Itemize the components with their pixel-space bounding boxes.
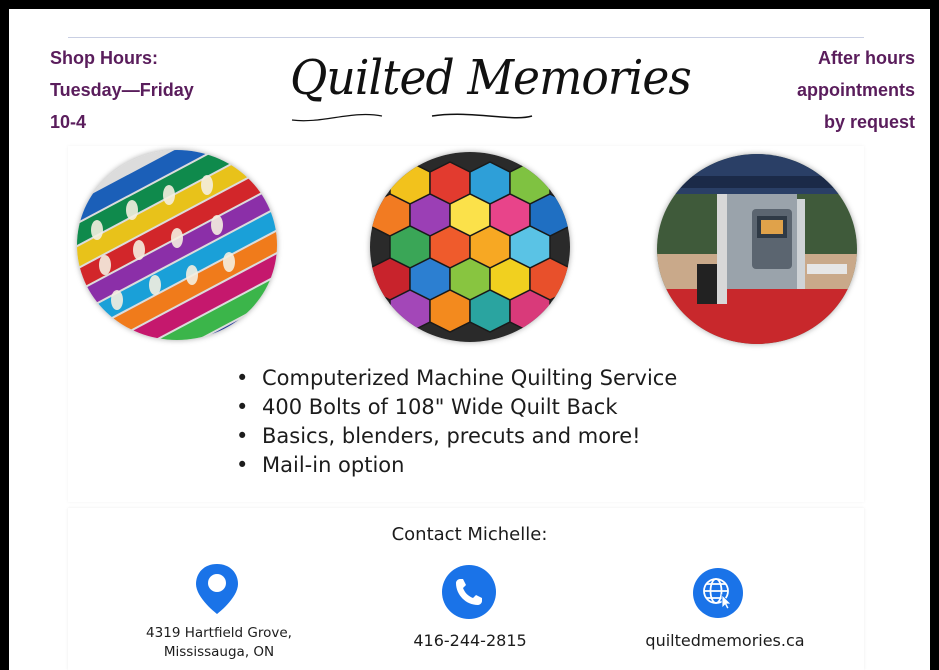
list-item: • Basics, blenders, precuts and more! (236, 422, 677, 451)
service-text: Basics, blenders, precuts and more! (262, 424, 641, 448)
after-hours-line-1: After hours (817, 48, 915, 68)
list-item: • Mail-in option (236, 451, 677, 480)
contact-heading: Contact Michelle: (391, 524, 548, 545)
bullet-icon: • (236, 366, 249, 390)
logo-wordmark: Quilted Memories (290, 50, 692, 106)
map-pin-icon[interactable] (193, 562, 241, 616)
website-link[interactable]: quiltedmemories.ca (620, 631, 830, 650)
top-divider (68, 37, 864, 38)
shop-hours-time: 10-4 (50, 112, 87, 132)
after-hours-line-2: appointments (796, 80, 915, 100)
address-line-2: Mississauga, ON (163, 644, 275, 660)
bullet-icon: • (236, 453, 249, 477)
shop-hours: Shop Hours: Tuesday—Friday 10-4 (50, 42, 194, 138)
services-list: • Computerized Machine Quilting Service … (236, 364, 677, 480)
bullet-icon: • (236, 395, 249, 419)
globe-icon[interactable] (692, 567, 744, 619)
address-line-1: 4319 Hartfield Grove, (146, 625, 292, 641)
phone-number[interactable]: 416-244-2815 (380, 631, 560, 650)
after-hours-note: After hours appointments by request (797, 42, 915, 138)
service-text: Mail-in option (262, 453, 405, 477)
service-text: 400 Bolts of 108" Wide Quilt Back (262, 395, 618, 419)
thread-spools-image (77, 150, 277, 340)
list-item: • Computerized Machine Quilting Service (236, 364, 677, 393)
quilting-machine-image (657, 154, 857, 344)
service-text: Computerized Machine Quilting Service (262, 366, 678, 390)
brand-logo: Quilted Memories (282, 50, 692, 130)
hexagon-quilt-image (370, 152, 570, 342)
after-hours-line-3: by request (823, 112, 915, 132)
shop-hours-days: Tuesday—Friday (50, 80, 194, 100)
address: 4319 Hartfield Grove, Mississauga, ON (124, 624, 314, 662)
shop-hours-title: Shop Hours: (50, 48, 158, 68)
phone-icon[interactable] (441, 564, 497, 620)
bullet-icon: • (236, 424, 249, 448)
list-item: • 400 Bolts of 108" Wide Quilt Back (236, 393, 677, 422)
